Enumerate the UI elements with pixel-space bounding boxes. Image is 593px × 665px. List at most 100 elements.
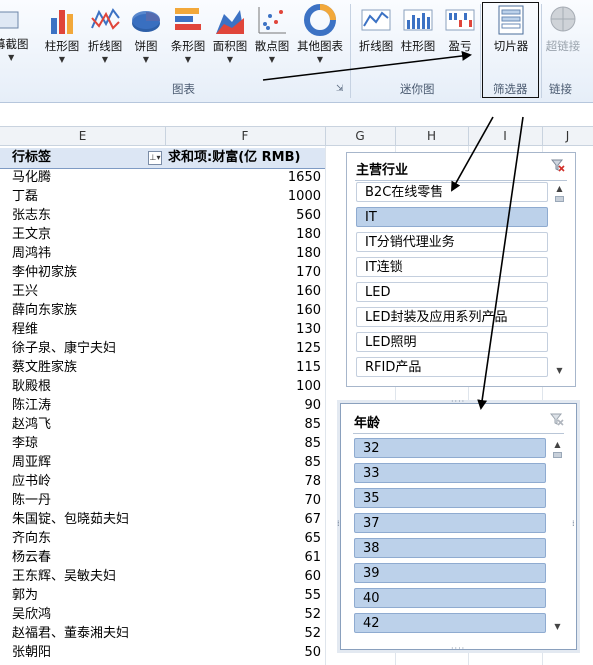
slicer-item[interactable]: B2C在线零售: [356, 182, 548, 202]
line-chart-button[interactable]: 折线图 ▼: [84, 4, 126, 66]
table-row[interactable]: 马化腾 1650: [0, 168, 325, 187]
table-row[interactable]: 杨云春 61: [0, 548, 325, 567]
table-row[interactable]: 张志东 560: [0, 206, 325, 225]
scroll-thumb[interactable]: [555, 196, 564, 202]
slicer-item-selected[interactable]: 38: [354, 538, 546, 558]
row-value: 85: [304, 417, 321, 432]
table-row[interactable]: 王东辉、吴敏夫妇 60: [0, 567, 325, 586]
doughnut-chart-icon: [304, 4, 336, 36]
scroll-down-icon[interactable]: ▼: [555, 366, 564, 375]
scroll-up-icon[interactable]: ▲: [553, 440, 562, 449]
globe-link-icon: [550, 6, 576, 32]
resize-handle-bottom[interactable]: ····: [451, 644, 465, 653]
column-chart-button[interactable]: 柱形图 ▼: [42, 4, 82, 66]
area-chart-button[interactable]: 面积图 ▼: [210, 4, 250, 66]
slicer-item[interactable]: LED照明: [356, 332, 548, 352]
slicer-item[interactable]: IT连锁: [356, 257, 548, 277]
row-value: 55: [304, 588, 321, 603]
row-value: 130: [296, 322, 321, 337]
pie-chart-button[interactable]: 饼图 ▼: [130, 4, 162, 66]
slicer-item-selected[interactable]: 37: [354, 513, 546, 533]
table-row[interactable]: 程维 130: [0, 320, 325, 339]
table-row[interactable]: 吴欣鸿 52: [0, 605, 325, 624]
table-row[interactable]: 徐子泉、康宁夫妇 125: [0, 339, 325, 358]
dialog-launcher-icon[interactable]: ⇲: [336, 84, 344, 94]
screenshot-button[interactable]: 幕截图 ▼: [0, 4, 29, 64]
slicer-item-selected[interactable]: 40: [354, 588, 546, 608]
table-row[interactable]: 丁磊 1000: [0, 187, 325, 206]
column-header-g[interactable]: G: [325, 127, 396, 145]
slicer-item[interactable]: LED封装及应用系列产品: [356, 307, 548, 327]
scrollbar[interactable]: ▲ ▼: [552, 438, 563, 633]
table-row[interactable]: 周鸿祎 180: [0, 244, 325, 263]
value-header[interactable]: 求和项:财富(亿 RMB): [168, 148, 321, 167]
table-row[interactable]: 朱国锭、包晓茹夫妇 67: [0, 510, 325, 529]
slicer-item-selected[interactable]: 35: [354, 488, 546, 508]
column-header-h[interactable]: H: [395, 127, 469, 145]
table-row[interactable]: 薛向东家族 160: [0, 301, 325, 320]
row-value: 52: [304, 607, 321, 622]
column-header-i[interactable]: I: [468, 127, 543, 145]
row-value: 50: [304, 645, 321, 660]
slicer-item-selected[interactable]: 33: [354, 463, 546, 483]
filter-dropdown-icon[interactable]: ⊥▾: [148, 151, 162, 165]
hyperlink-button[interactable]: 超链接: [543, 4, 583, 54]
sparkline-column-icon: [403, 9, 433, 31]
table-row[interactable]: 陈一丹 70: [0, 491, 325, 510]
row-name: 周鸿祎: [12, 246, 52, 261]
clear-filter-icon[interactable]: [550, 412, 564, 426]
clear-filter-icon[interactable]: [551, 158, 565, 172]
table-row[interactable]: 王兴 160: [0, 282, 325, 301]
resize-handle-right[interactable]: ⁞: [572, 519, 576, 528]
other-charts-button[interactable]: 其他图表 ▼: [294, 4, 346, 66]
scroll-thumb[interactable]: [553, 452, 562, 458]
sparkline-column-button[interactable]: 柱形图: [398, 4, 438, 54]
table-row[interactable]: 周亚辉 85: [0, 453, 325, 472]
bar-chart-button[interactable]: 条形图 ▼: [168, 4, 208, 66]
table-row[interactable]: 王文京 180: [0, 225, 325, 244]
table-row[interactable]: 应书岭 78: [0, 472, 325, 491]
scrollbar[interactable]: ▲ ▼: [554, 182, 565, 377]
table-row[interactable]: 李仲初家族 170: [0, 263, 325, 282]
row-name: 赵鸿飞: [12, 417, 52, 432]
slicer-item-selected[interactable]: 32: [354, 438, 546, 458]
column-header-f[interactable]: F: [165, 127, 326, 145]
slicer-item-selected[interactable]: 42: [354, 613, 546, 633]
sparkline-line-button[interactable]: 折线图: [356, 4, 396, 54]
slicer-item[interactable]: RFID产品: [356, 357, 548, 377]
column-header-j[interactable]: J: [542, 127, 593, 145]
table-row[interactable]: 蔡文胜家族 115: [0, 358, 325, 377]
row-name: 郭为: [12, 588, 39, 603]
table-row[interactable]: 李琼 85: [0, 434, 325, 453]
row-name: 朱国锭、包晓茹夫妇: [12, 512, 130, 527]
row-label-header[interactable]: 行标签: [12, 148, 51, 167]
resize-handle-top[interactable]: ····: [451, 397, 465, 406]
slicer-industry[interactable]: 主营行业 B2C在线零售 IT IT分销代理业务 IT连锁 LED LED封装及…: [346, 152, 576, 387]
row-name: 王文京: [12, 227, 52, 242]
resize-handle-left[interactable]: ⁞: [337, 519, 341, 528]
column-chart-icon: [51, 10, 73, 34]
chevron-down-icon: ▼: [316, 55, 324, 64]
table-row[interactable]: 赵鸿飞 85: [0, 415, 325, 434]
scroll-down-icon[interactable]: ▼: [553, 622, 562, 631]
scatter-chart-icon: [258, 7, 286, 34]
sparkline-winloss-button[interactable]: 盈亏: [442, 4, 478, 54]
group-separator: [350, 4, 351, 98]
scroll-up-icon[interactable]: ▲: [555, 184, 564, 193]
slicer-age[interactable]: ···· ⁞ ⁞ ···· 年龄 32 33 35 37 38 39 40 42…: [337, 397, 577, 653]
group-separator: [541, 4, 542, 98]
table-row[interactable]: 陈江涛 90: [0, 396, 325, 415]
table-row[interactable]: 张朝阳 50: [0, 643, 325, 662]
column-header-bar: E F G H I J: [0, 126, 593, 146]
scatter-chart-button[interactable]: 散点图 ▼: [252, 4, 292, 66]
table-row[interactable]: 郭为 55: [0, 586, 325, 605]
slicer-item[interactable]: LED: [356, 282, 548, 302]
slicer-item-selected[interactable]: 39: [354, 563, 546, 583]
slicer-item[interactable]: IT分销代理业务: [356, 232, 548, 252]
table-row[interactable]: 齐向东 65: [0, 529, 325, 548]
table-row[interactable]: 赵福君、董泰湘夫妇 52: [0, 624, 325, 643]
table-row[interactable]: 耿殿根 100: [0, 377, 325, 396]
slicer-item-selected[interactable]: IT: [356, 207, 548, 227]
column-header-e[interactable]: E: [0, 127, 166, 145]
group-label-charts: 图表: [172, 82, 195, 96]
